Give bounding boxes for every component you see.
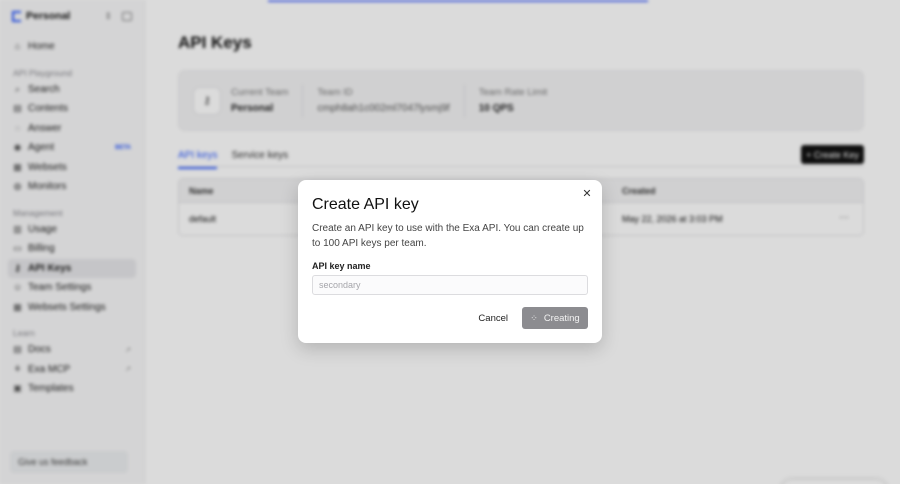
cancel-button[interactable]: Cancel — [478, 313, 508, 324]
dialog-title: Create API key — [312, 196, 419, 213]
create-api-key-dialog: ✕ Create API key Create an API key to us… — [298, 180, 602, 343]
create-button[interactable]: ⁘ Creating — [522, 307, 588, 329]
create-button-label: Creating — [543, 312, 580, 324]
api-key-name-input[interactable] — [312, 275, 588, 295]
dialog-actions: Cancel ⁘ Creating — [478, 307, 588, 329]
close-icon[interactable]: ✕ — [581, 188, 593, 200]
dialog-description: Create an API key to use with the Exa AP… — [312, 223, 584, 249]
spinner-icon: ⁘ — [530, 312, 538, 323]
api-key-name-label: API key name — [312, 261, 371, 271]
